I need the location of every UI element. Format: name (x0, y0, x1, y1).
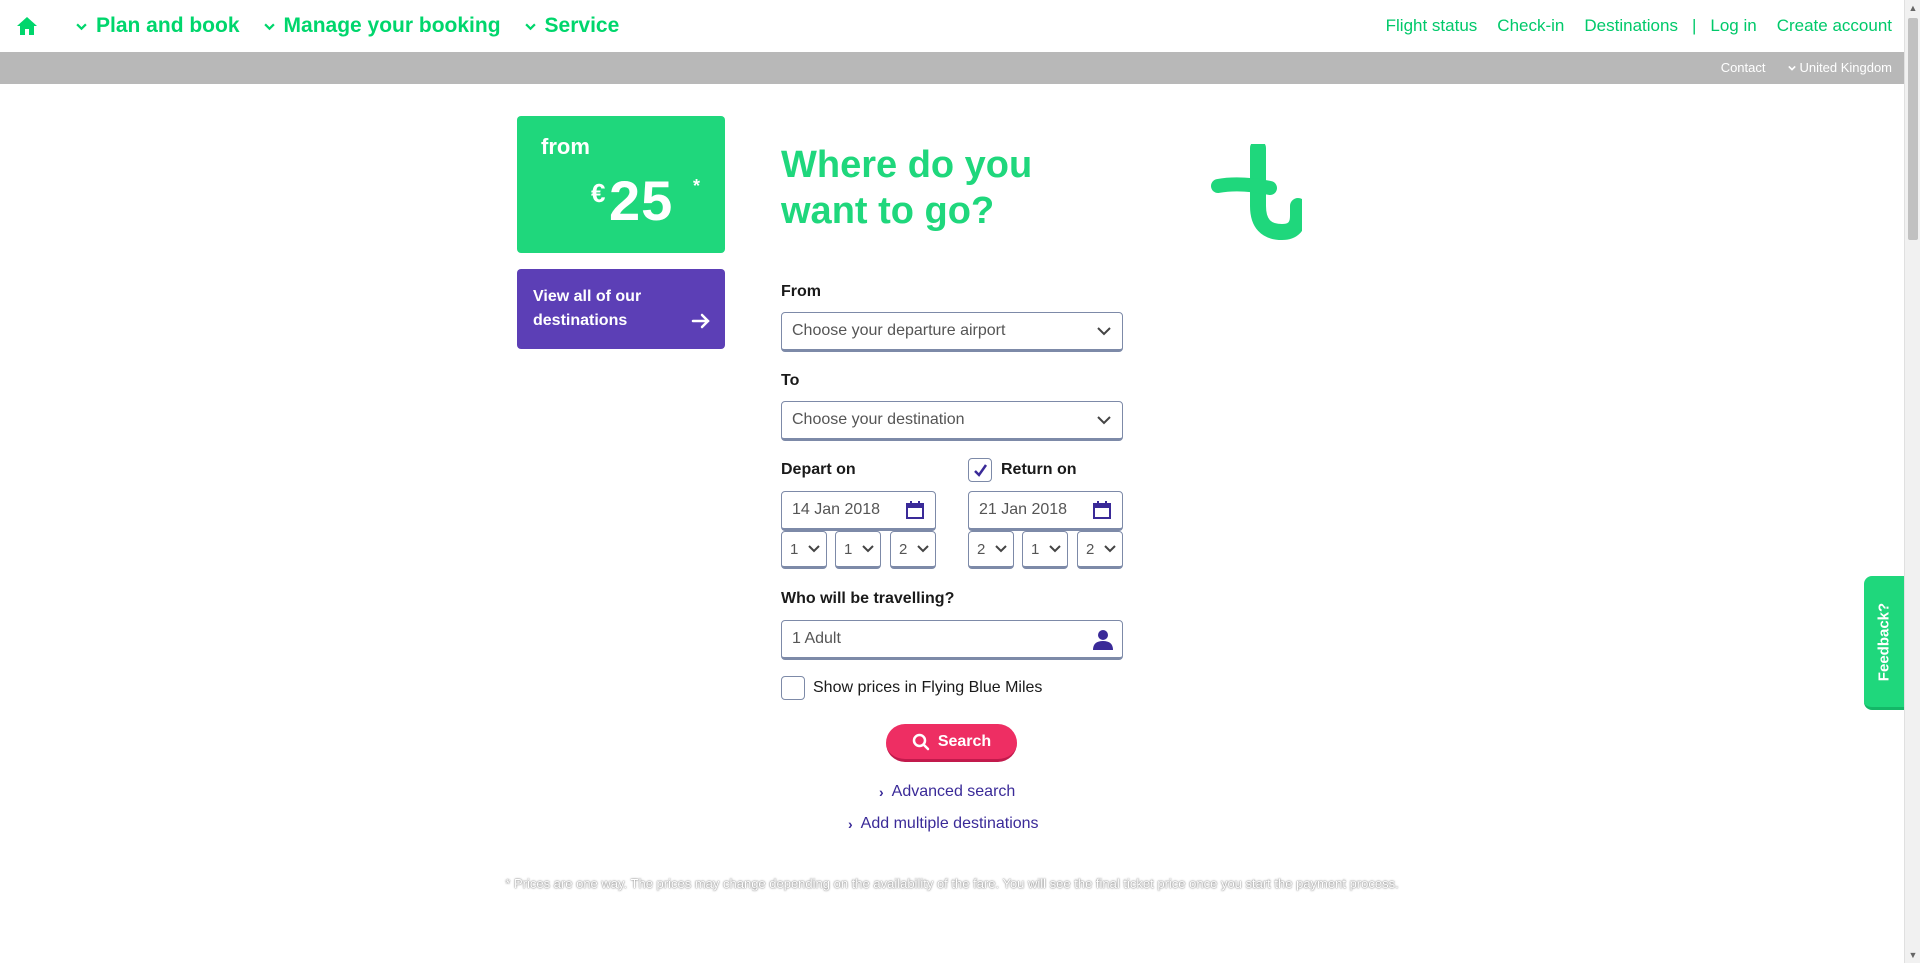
chevron-down-icon (995, 545, 1007, 553)
return-month-value: 1 (1031, 540, 1040, 558)
travellers-value: 1 Adult (792, 630, 841, 647)
chevron-down-icon (1104, 545, 1116, 553)
return-year-value: 2 (1086, 540, 1095, 558)
departure-airport-value: Choose your departure airport (792, 322, 1006, 339)
depart-label: Depart on (781, 461, 856, 478)
return-date-value: 21 Jan 2018 (979, 501, 1068, 518)
checkmark-icon (974, 464, 988, 477)
create-account-link[interactable]: Create account (1777, 16, 1892, 36)
calendar-icon (1093, 501, 1111, 519)
page-title: Where do you want to go? (781, 144, 1033, 232)
chevron-down-icon (1097, 416, 1111, 425)
view-destinations-label: View all of our destinations (533, 288, 642, 329)
return-checkbox[interactable] (968, 458, 992, 482)
chevron-down-icon (524, 23, 536, 30)
promo-currency: € (591, 178, 606, 208)
arrow-right-icon (691, 313, 710, 329)
destination-select[interactable]: Choose your destination (781, 401, 1123, 441)
promo-from: from (541, 134, 590, 159)
return-year-select[interactable]: 2 (1077, 531, 1123, 569)
top-navigation: Plan and book Manage your booking Servic… (0, 0, 1904, 52)
advanced-search-link[interactable]: › Advanced search (879, 783, 1015, 801)
return-label: Return on (1001, 461, 1077, 478)
top-links: Flight status Check-in Destinations | Lo… (1386, 16, 1892, 36)
depart-day-select[interactable]: 1 (781, 531, 827, 569)
menu-plan-and-book[interactable]: Plan and book (76, 14, 240, 38)
return-month-select[interactable]: 1 (1022, 531, 1068, 569)
check-in-link[interactable]: Check-in (1497, 16, 1564, 36)
scroll-down-icon[interactable]: ▼ (1908, 950, 1918, 960)
chevron-down-icon (263, 23, 275, 30)
advanced-search-label: Advanced search (891, 783, 1016, 800)
price-promo: from € 25 * (517, 116, 725, 253)
price-disclaimer: * Prices are one way. The prices may cha… (505, 876, 1399, 891)
multiple-destinations-label: Add multiple destinations (860, 815, 1039, 832)
chevron-down-icon (917, 545, 929, 553)
depart-year-value: 2 (899, 540, 908, 558)
search-icon (912, 733, 930, 750)
depart-date-input[interactable]: 14 Jan 2018 (781, 491, 936, 531)
view-destinations-button[interactable]: View all of our destinations (517, 269, 725, 349)
country-selector[interactable]: United Kingdom (1787, 60, 1893, 75)
depart-date-value: 14 Jan 2018 (792, 501, 881, 518)
chevron-down-icon (862, 545, 874, 553)
multiple-destinations-link[interactable]: › Add multiple destinations (848, 815, 1039, 833)
chevron-down-icon (1787, 65, 1796, 71)
menu-label: Plan and book (96, 14, 240, 37)
promo-asterisk: * (693, 176, 701, 196)
home-icon[interactable] (16, 14, 40, 38)
chevron-right-icon: › (879, 784, 884, 800)
contact-link[interactable]: Contact (1721, 60, 1766, 75)
search-button[interactable]: Search (886, 724, 1017, 762)
search-label: Search (937, 732, 992, 750)
scrollbar[interactable]: ▲ ▼ (1904, 0, 1920, 963)
depart-month-value: 1 (844, 540, 853, 558)
separator: | (1691, 16, 1697, 35)
chevron-down-icon (808, 545, 820, 553)
feedback-label: Feedback? (1875, 602, 1893, 681)
flying-blue-miles-label: Show prices in Flying Blue Miles (813, 679, 1043, 696)
from-label: From (781, 283, 821, 300)
menu-label: Manage your booking (283, 14, 501, 37)
return-date-input[interactable]: 21 Jan 2018 (968, 491, 1123, 531)
menu-label: Service (544, 14, 620, 37)
return-day-value: 2 (977, 540, 986, 558)
travellers-label: Who will be travelling? (781, 590, 955, 607)
scroll-up-icon[interactable]: ▲ (1908, 3, 1918, 13)
country-label: United Kingdom (1799, 60, 1893, 75)
chevron-down-icon (76, 23, 87, 30)
flying-blue-miles-checkbox[interactable] (781, 676, 805, 700)
feedback-tab[interactable]: Feedback? (1864, 576, 1904, 710)
depart-month-select[interactable]: 1 (835, 531, 881, 569)
promo-price: 25 (609, 169, 674, 232)
chevron-down-icon (1097, 327, 1111, 336)
destinations-link[interactable]: Destinations (1584, 16, 1678, 36)
depart-year-select[interactable]: 2 (890, 531, 936, 569)
scrollbar-thumb[interactable] (1908, 18, 1918, 240)
flight-status-link[interactable]: Flight status (1386, 16, 1478, 36)
return-day-select[interactable]: 2 (968, 531, 1014, 569)
destination-value: Choose your destination (792, 411, 965, 428)
main-menu: Plan and book Manage your booking Servic… (76, 14, 619, 38)
menu-manage-booking[interactable]: Manage your booking (263, 14, 501, 38)
brand-logo-icon (1211, 144, 1302, 241)
departure-airport-select[interactable]: Choose your departure airport (781, 312, 1123, 352)
login-link[interactable]: Log in (1710, 16, 1756, 36)
menu-service[interactable]: Service (524, 14, 620, 38)
to-label: To (781, 372, 800, 389)
depart-day-value: 1 (790, 540, 799, 558)
chevron-down-icon (1049, 545, 1061, 553)
person-icon (1093, 630, 1113, 650)
chevron-right-icon: › (848, 816, 853, 832)
calendar-icon (906, 501, 924, 519)
sub-bar: Contact United Kingdom (0, 52, 1904, 84)
travellers-input[interactable]: 1 Adult (781, 620, 1123, 660)
